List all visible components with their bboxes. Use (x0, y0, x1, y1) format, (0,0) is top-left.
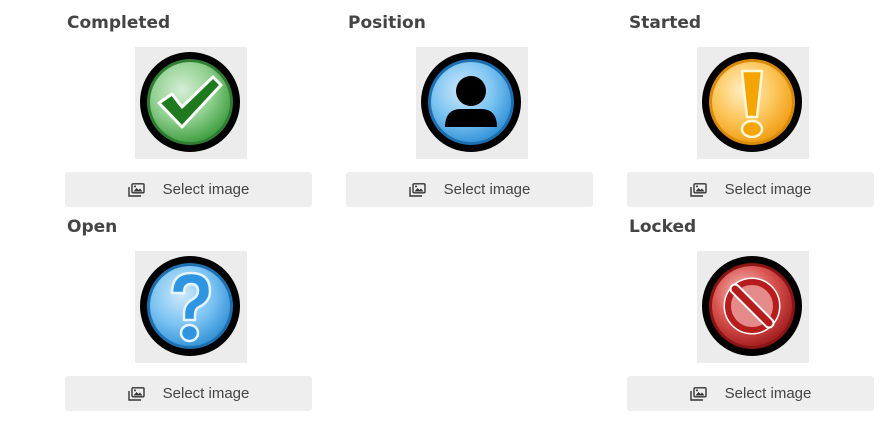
images-icon (408, 182, 426, 197)
select-image-button[interactable]: Select image (65, 172, 312, 207)
question-icon (140, 256, 240, 356)
select-image-button[interactable]: Select image (65, 376, 312, 411)
select-image-label: Select image (443, 181, 531, 198)
prohibited-icon (702, 256, 802, 356)
status-image-thumbnail (135, 251, 247, 363)
images-icon (689, 182, 707, 197)
person-icon (421, 52, 521, 152)
panel-started: Started Select image (627, 12, 874, 207)
select-image-label: Select image (724, 181, 812, 198)
panel-title: Started (629, 13, 702, 33)
select-image-label: Select image (724, 385, 812, 402)
panel-position: Position Select image (346, 12, 593, 207)
panel-title: Locked (629, 217, 697, 237)
select-image-button[interactable]: Select image (346, 172, 593, 207)
images-icon (127, 386, 145, 401)
select-image-button[interactable]: Select image (627, 376, 874, 411)
status-image-thumbnail (135, 47, 247, 159)
panel-open: Open Select image (65, 216, 312, 411)
select-image-label: Select image (162, 181, 250, 198)
select-image-label: Select image (162, 385, 250, 402)
panel-title: Open (67, 217, 118, 237)
images-icon (127, 182, 145, 197)
panel-completed: Completed Select image (65, 12, 312, 207)
panel-locked: Locked Select image (627, 216, 874, 411)
status-image-thumbnail (697, 47, 809, 159)
status-image-thumbnail (416, 47, 528, 159)
status-image-thumbnail (697, 251, 809, 363)
check-icon (140, 52, 240, 152)
select-image-button[interactable]: Select image (627, 172, 874, 207)
panel-title: Completed (67, 13, 171, 33)
panel-title: Position (348, 13, 426, 33)
exclamation-icon (702, 52, 802, 152)
images-icon (689, 386, 707, 401)
